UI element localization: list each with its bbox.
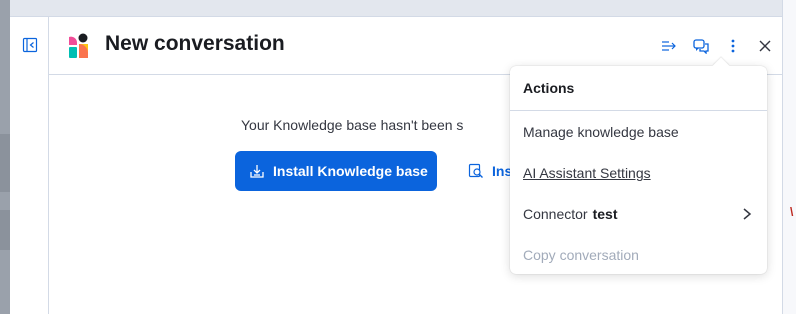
actions-popover: Actions Manage knowledge base AI Assista…: [510, 57, 767, 274]
download-tray-icon: [250, 165, 264, 178]
background-edge-text: \: [790, 205, 794, 219]
menu-item-label: Manage knowledge base: [523, 124, 679, 140]
sidebar-toggle-icon[interactable]: [22, 37, 40, 55]
install-button-label: Install Knowledge base: [273, 163, 428, 179]
menu-item-copy-conversation: Copy conversation: [523, 243, 755, 267]
background-band: [0, 210, 10, 250]
menu-item-label: AI Assistant Settings: [523, 165, 651, 181]
arrow-right-icon[interactable]: [658, 35, 680, 57]
close-icon[interactable]: [754, 35, 776, 57]
background-band: [0, 134, 10, 192]
menu-item-connector[interactable]: Connector test: [523, 202, 755, 226]
menu-item-label: Connector: [523, 206, 588, 222]
chat-bubbles-icon[interactable]: [690, 35, 712, 57]
inspect-icon: [468, 163, 483, 178]
menu-item-manage-knowledge-base[interactable]: Manage knowledge base: [523, 120, 755, 144]
page-title: New conversation: [105, 32, 285, 55]
vertical-dots-icon[interactable]: [722, 35, 744, 57]
menu-item-ai-assistant-settings[interactable]: AI Assistant Settings: [523, 161, 755, 185]
inspect-link[interactable]: Ins: [468, 163, 512, 179]
conversation-rail: [10, 17, 49, 314]
background-panel-right: \: [782, 0, 796, 314]
actions-title: Actions: [523, 80, 575, 96]
menu-item-label: Copy conversation: [523, 247, 639, 263]
connector-value: test: [592, 206, 618, 222]
ai-assistant-logo: [67, 33, 89, 59]
divider: [510, 110, 767, 111]
background-panel-left: [0, 0, 10, 314]
install-knowledge-base-button[interactable]: Install Knowledge base: [235, 151, 437, 191]
knowledge-base-message: Your Knowledge base hasn't been s: [241, 117, 464, 133]
chevron-right-icon: [741, 207, 753, 224]
